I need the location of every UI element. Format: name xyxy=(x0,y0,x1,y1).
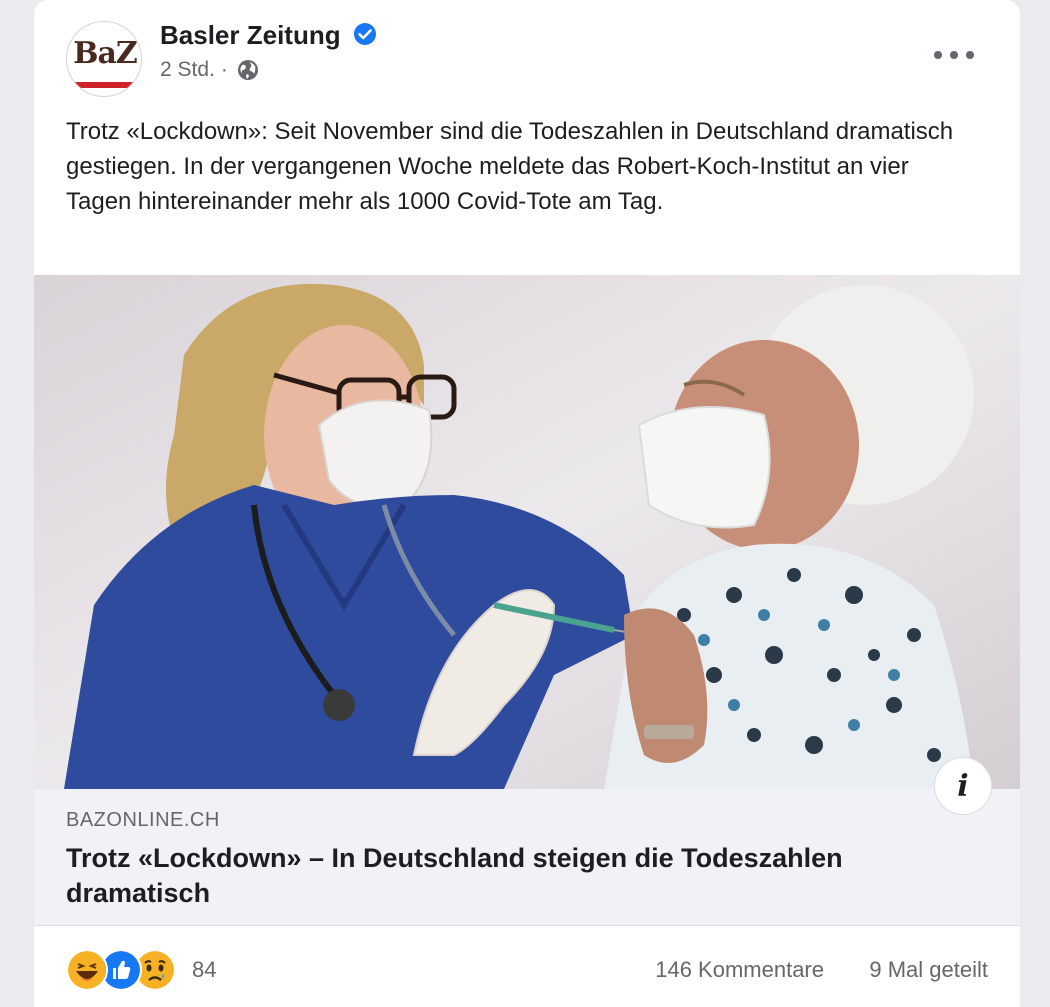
photo-illustration xyxy=(34,275,1020,789)
info-icon: i xyxy=(957,768,969,804)
page-name-link[interactable]: Basler Zeitung xyxy=(160,20,341,51)
logo-text: BaZ xyxy=(73,36,138,71)
verified-badge-icon xyxy=(354,23,376,45)
globe-icon xyxy=(237,60,258,80)
more-options-button[interactable] xyxy=(934,42,974,68)
post-header: BaZ Basler Zeitung 2 Std. · xyxy=(34,0,1020,110)
post-footer: 84 146 Kommentare 9 Mal geteilt xyxy=(34,927,1020,1007)
more-dot-icon xyxy=(934,51,942,59)
article-photo[interactable] xyxy=(34,275,1020,789)
info-button[interactable]: i xyxy=(934,757,992,815)
post-meta: 2 Std. · xyxy=(160,58,260,82)
link-domain: BAZONLINE.CH xyxy=(66,809,220,831)
post-card: BaZ Basler Zeitung 2 Std. · Trotz «Lockd… xyxy=(34,0,1020,1007)
logo-bar xyxy=(75,82,135,88)
link-title[interactable]: Trotz «Lockdown» – In Deutschland steige… xyxy=(66,841,946,911)
meta-separator: · xyxy=(220,58,228,81)
haha-icon xyxy=(66,949,108,991)
post-text: Trotz «Lockdown»: Seit November sind die… xyxy=(66,118,954,215)
more-dot-icon xyxy=(950,51,958,59)
shares-count[interactable]: 9 Mal geteilt xyxy=(869,957,988,983)
link-preview[interactable]: BAZONLINE.CH Trotz «Lockdown» – In Deuts… xyxy=(34,789,1020,926)
reaction-count[interactable]: 84 xyxy=(192,957,216,983)
page-avatar[interactable]: BaZ xyxy=(66,21,142,97)
comments-count[interactable]: 146 Kommentare xyxy=(655,957,824,983)
post-timestamp[interactable]: 2 Std. xyxy=(160,58,215,82)
more-dot-icon xyxy=(966,51,974,59)
